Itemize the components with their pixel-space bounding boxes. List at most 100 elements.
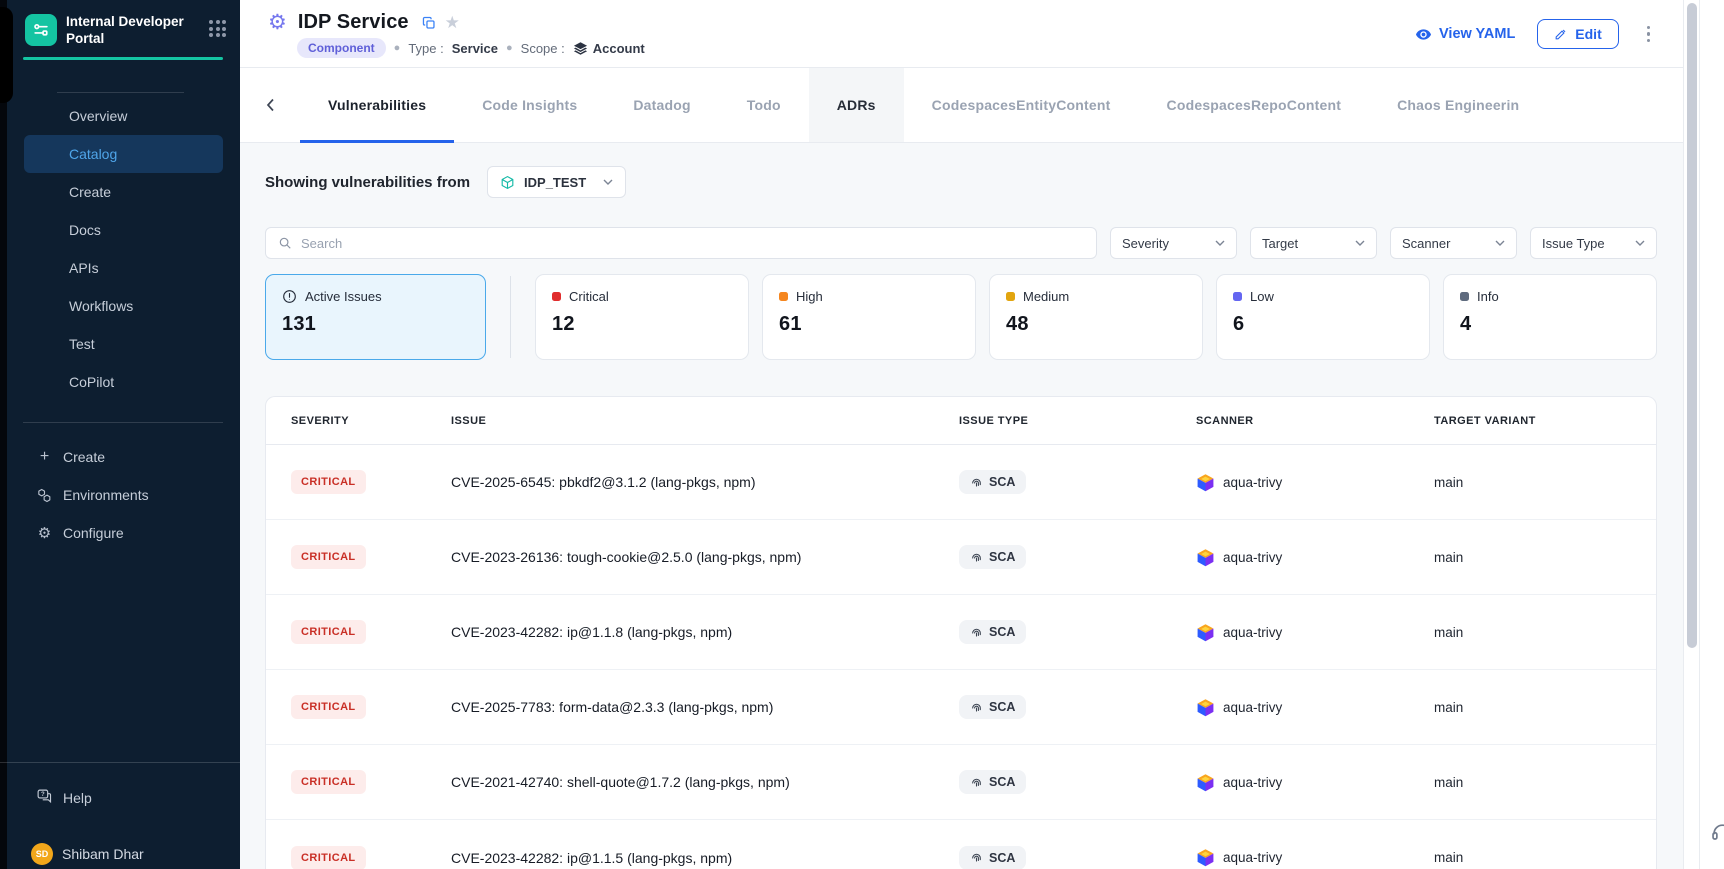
portal-logo-icon [25, 14, 57, 46]
project-name: IDP_TEST [524, 175, 586, 190]
brand-title: Internal Developer Portal [66, 14, 184, 48]
trivy-logo-icon [1196, 773, 1215, 792]
active-issues-card[interactable]: Active Issues 131 [265, 274, 486, 360]
sidebar-item-workflows[interactable]: Workflows [24, 287, 223, 325]
col-issue: ISSUE [451, 415, 959, 427]
tab-adrs[interactable]: ADRs [809, 68, 904, 142]
low-dot [1233, 292, 1242, 301]
severity-badge: CRITICAL [291, 846, 366, 869]
active-issues-label: Active Issues [305, 289, 382, 304]
view-yaml-button[interactable]: View YAML [1415, 26, 1515, 43]
medium-label: Medium [1023, 289, 1069, 304]
scanner-filter[interactable]: Scanner [1390, 227, 1517, 259]
search-input[interactable] [301, 236, 1084, 251]
sidebar-item-catalog[interactable]: Catalog [24, 135, 223, 173]
sidebar-action-environments[interactable]: Environments [0, 476, 240, 514]
tab-bar: Vulnerabilities Code Insights Datadog To… [240, 68, 1724, 143]
sidebar-item-docs[interactable]: Docs [24, 211, 223, 249]
issue-type-chip: SCA [959, 470, 1026, 494]
trivy-logo-icon [1196, 848, 1215, 867]
trivy-logo-icon [1196, 623, 1215, 642]
chevron-down-icon [603, 179, 613, 185]
sidebar-item-apis[interactable]: APIs [24, 249, 223, 287]
high-dot [779, 292, 788, 301]
target-filter[interactable]: Target [1250, 227, 1377, 259]
low-card[interactable]: Low 6 [1216, 274, 1430, 360]
table-row[interactable]: CRITICAL CVE-2023-26136: tough-cookie@2.… [266, 520, 1656, 595]
table-row[interactable]: CRITICAL CVE-2023-42282: ip@1.1.8 (lang-… [266, 595, 1656, 670]
sidebar-item-create[interactable]: Create [24, 173, 223, 211]
sidebar-action-create[interactable]: + Create [0, 438, 240, 476]
header-actions: View YAML Edit [1415, 0, 1656, 68]
page-title: IDP Service [298, 11, 409, 34]
tabs-scroll-left-icon[interactable] [240, 68, 300, 142]
tab-vulnerabilities[interactable]: Vulnerabilities [300, 68, 454, 142]
critical-card[interactable]: Critical 12 [535, 274, 749, 360]
medium-count: 48 [1006, 313, 1186, 336]
table-row[interactable]: CRITICAL CVE-2025-7783: form-data@2.3.3 … [266, 670, 1656, 745]
action-label: Create [63, 449, 105, 465]
high-card[interactable]: High 61 [762, 274, 976, 360]
issue-text: CVE-2023-42282: ip@1.1.5 (lang-pkgs, npm… [451, 850, 959, 866]
issue-type-filter[interactable]: Issue Type [1530, 227, 1657, 259]
tab-datadog[interactable]: Datadog [605, 68, 718, 142]
sca-icon [970, 776, 983, 789]
help-button[interactable]: ? Help [36, 788, 92, 808]
edit-button[interactable]: Edit [1537, 19, 1618, 49]
scrollbar-thumb[interactable] [1687, 3, 1697, 648]
sidebar-item-copilot[interactable]: CoPilot [24, 363, 223, 401]
tab-code-insights[interactable]: Code Insights [454, 68, 605, 142]
user-name: Shibam Dhar [62, 846, 144, 862]
info-count: 4 [1460, 313, 1640, 336]
eye-icon [1415, 26, 1432, 43]
scanner-filter-label: Scanner [1402, 236, 1450, 251]
tab-codespaces-repo-content[interactable]: CodespacesRepoContent [1139, 68, 1370, 142]
issue-text: CVE-2021-42740: shell-quote@1.7.2 (lang-… [451, 774, 959, 790]
issue-type-chip: SCA [959, 620, 1026, 644]
info-label: Info [1477, 289, 1499, 304]
apps-grid-icon[interactable] [209, 20, 226, 37]
cube-icon [500, 175, 515, 190]
tabs: Vulnerabilities Code Insights Datadog To… [300, 68, 1547, 142]
more-menu-icon[interactable] [1641, 22, 1657, 47]
tab-content: Showing vulnerabilities from IDP_TEST [240, 143, 1724, 869]
info-dot [1460, 292, 1469, 301]
tab-chaos-engineering[interactable]: Chaos Engineerin [1369, 68, 1547, 142]
tab-codespaces-entity-content[interactable]: CodespacesEntityContent [904, 68, 1139, 142]
medium-card[interactable]: Medium 48 [989, 274, 1203, 360]
user-menu[interactable]: SD Shibam Dhar [31, 843, 144, 865]
edit-label: Edit [1575, 26, 1601, 42]
table-row[interactable]: CRITICAL CVE-2025-6545: pbkdf2@3.1.2 (la… [266, 445, 1656, 520]
scanner-cell: aqua-trivy [1196, 473, 1434, 492]
info-card[interactable]: Info 4 [1443, 274, 1657, 360]
severity-filter[interactable]: Severity [1110, 227, 1237, 259]
low-label: Low [1250, 289, 1274, 304]
chevron-down-icon [1495, 240, 1505, 246]
issue-type-chip: SCA [959, 545, 1026, 569]
chevron-down-icon [1215, 240, 1225, 246]
stats-divider [510, 276, 511, 358]
severity-badge: CRITICAL [291, 770, 366, 794]
action-label: Environments [63, 487, 149, 503]
copy-icon[interactable] [422, 16, 436, 30]
target-variant-cell: main [1434, 700, 1656, 715]
sidebar-action-configure[interactable]: ⚙ Configure [0, 514, 240, 552]
sca-icon [970, 851, 983, 864]
alert-circle-icon [282, 289, 297, 304]
medium-dot [1006, 292, 1015, 301]
tab-todo[interactable]: Todo [719, 68, 809, 142]
target-filter-label: Target [1262, 236, 1298, 251]
target-variant-cell: main [1434, 850, 1656, 865]
vertical-scrollbar[interactable] [1683, 0, 1700, 869]
star-icon[interactable]: ★ [445, 14, 460, 31]
entity-meta: Component ● Type : Service ● Scope : Acc… [297, 38, 645, 58]
sidebar-item-test[interactable]: Test [24, 325, 223, 363]
table-row[interactable]: CRITICAL CVE-2021-42740: shell-quote@1.7… [266, 745, 1656, 820]
avatar: SD [31, 843, 53, 865]
table-row[interactable]: CRITICAL CVE-2023-42282: ip@1.1.5 (lang-… [266, 820, 1656, 869]
sidebar-item-overview[interactable]: Overview [24, 97, 223, 135]
project-select[interactable]: IDP_TEST [487, 166, 626, 198]
support-headset-icon[interactable] [1709, 819, 1724, 851]
target-variant-cell: main [1434, 775, 1656, 790]
component-gear-icon: ⚙ [268, 12, 287, 33]
